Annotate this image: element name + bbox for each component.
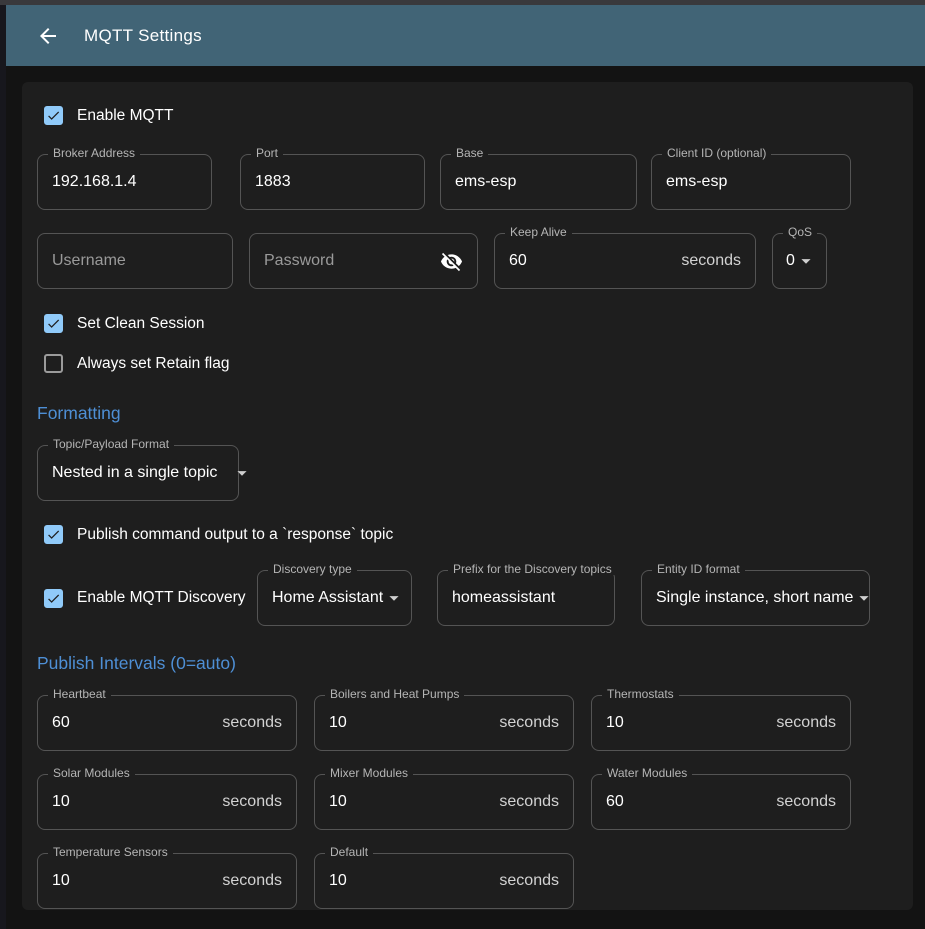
arrow-left-icon [36, 24, 60, 48]
interval-unit: seconds [776, 793, 836, 811]
publish-response-checkbox[interactable] [44, 525, 63, 544]
enable-mqtt-label: Enable MQTT [77, 107, 173, 125]
interval-unit: seconds [222, 714, 282, 732]
topic-format-select[interactable]: Topic/Payload Format Nested in a single … [37, 445, 239, 501]
retain-flag-label: Always set Retain flag [77, 355, 230, 373]
interval-boilers-field[interactable]: Boilers and Heat Pumps 10 seconds [314, 695, 574, 751]
retain-flag-checkbox[interactable] [44, 354, 63, 373]
publish-response-row: Publish command output to a `response` t… [44, 525, 898, 544]
qos-value: 0 [786, 252, 795, 270]
broker-address-field[interactable]: Broker Address 192.168.1.4 [37, 154, 212, 210]
eye-off-icon[interactable] [440, 250, 463, 273]
window-edge-top [0, 0, 925, 5]
username-field[interactable]: Username [37, 233, 233, 289]
keep-alive-field[interactable]: Keep Alive 60 seconds [494, 233, 756, 289]
password-field[interactable]: Password [249, 233, 478, 289]
interval-label: Thermostats [602, 688, 679, 700]
enable-mqtt-row: Enable MQTT [44, 106, 898, 125]
interval-unit: seconds [499, 793, 559, 811]
interval-water-field[interactable]: Water Modules 60 seconds [591, 774, 851, 830]
clean-session-row: Set Clean Session [44, 314, 898, 333]
keep-alive-label: Keep Alive [505, 226, 572, 238]
client-id-value: ems-esp [666, 173, 727, 191]
username-placeholder: Username [52, 252, 126, 270]
interval-value: 60 [606, 793, 624, 811]
discovery-prefix-label: Prefix for the Discovery topics [448, 563, 617, 575]
enable-discovery-row: Enable MQTT Discovery [44, 570, 264, 626]
interval-value: 10 [329, 714, 347, 732]
enable-discovery-label: Enable MQTT Discovery [77, 589, 246, 607]
interval-unit: seconds [222, 872, 282, 890]
keep-alive-value: 60 [509, 252, 527, 270]
client-id-label: Client ID (optional) [662, 147, 771, 159]
enable-mqtt-checkbox[interactable] [44, 106, 63, 125]
interval-value: 10 [606, 714, 624, 732]
entity-format-label: Entity ID format [652, 563, 745, 575]
interval-unit: seconds [222, 793, 282, 811]
settings-card: Enable MQTT Broker Address 192.168.1.4 P… [22, 82, 913, 910]
topic-format-label: Topic/Payload Format [48, 438, 174, 450]
base-field[interactable]: Base ems-esp [440, 154, 637, 210]
clean-session-checkbox[interactable] [44, 314, 63, 333]
app-bar: MQTT Settings [6, 5, 925, 66]
qos-label: QoS [783, 226, 817, 238]
base-label: Base [451, 147, 488, 159]
interval-label: Temperature Sensors [48, 846, 173, 858]
interval-value: 10 [329, 793, 347, 811]
interval-thermostats-field[interactable]: Thermostats 10 seconds [591, 695, 851, 751]
base-value: ems-esp [455, 173, 516, 191]
window-edge-left [0, 5, 6, 929]
port-field[interactable]: Port 1883 [240, 154, 425, 210]
retain-flag-row: Always set Retain flag [44, 354, 898, 373]
interval-label: Heartbeat [48, 688, 111, 700]
formatting-heading: Formatting [37, 403, 898, 424]
discovery-type-value: Home Assistant [272, 589, 383, 607]
publish-response-label: Publish command output to a `response` t… [77, 526, 393, 544]
interval-label: Solar Modules [48, 767, 135, 779]
discovery-type-select[interactable]: Discovery type Home Assistant [257, 570, 412, 626]
port-value: 1883 [255, 173, 291, 191]
interval-unit: seconds [499, 872, 559, 890]
clean-session-label: Set Clean Session [77, 315, 205, 333]
interval-value: 10 [52, 872, 70, 890]
discovery-prefix-value: homeassistant [452, 589, 555, 607]
caret-down-icon [853, 587, 875, 609]
interval-temperature-field[interactable]: Temperature Sensors 10 seconds [37, 853, 297, 909]
interval-label: Boilers and Heat Pumps [325, 688, 464, 700]
back-button[interactable] [28, 16, 68, 56]
interval-heartbeat-field[interactable]: Heartbeat 60 seconds [37, 695, 297, 751]
interval-unit: seconds [499, 714, 559, 732]
interval-default-field[interactable]: Default 10 seconds [314, 853, 574, 909]
caret-down-icon [383, 587, 405, 609]
entity-format-value: Single instance, short name [656, 589, 853, 607]
caret-down-icon [795, 250, 817, 272]
caret-down-icon [231, 462, 253, 484]
topic-format-value: Nested in a single topic [52, 464, 217, 482]
interval-label: Default [325, 846, 373, 858]
discovery-type-label: Discovery type [268, 563, 357, 575]
interval-value: 10 [329, 872, 347, 890]
password-placeholder: Password [264, 252, 334, 270]
interval-unit: seconds [776, 714, 836, 732]
port-label: Port [251, 147, 283, 159]
enable-discovery-checkbox[interactable] [44, 589, 63, 608]
entity-format-select[interactable]: Entity ID format Single instance, short … [641, 570, 870, 626]
interval-label: Mixer Modules [325, 767, 413, 779]
broker-address-label: Broker Address [48, 147, 140, 159]
interval-value: 60 [52, 714, 70, 732]
publish-intervals-heading: Publish Intervals (0=auto) [37, 653, 898, 674]
interval-label: Water Modules [602, 767, 692, 779]
interval-mixer-field[interactable]: Mixer Modules 10 seconds [314, 774, 574, 830]
page-title: MQTT Settings [84, 26, 202, 46]
client-id-field[interactable]: Client ID (optional) ems-esp [651, 154, 851, 210]
broker-address-value: 192.168.1.4 [52, 173, 137, 191]
interval-value: 10 [52, 793, 70, 811]
keep-alive-unit: seconds [681, 252, 741, 270]
discovery-prefix-field[interactable]: Prefix for the Discovery topics homeassi… [437, 570, 615, 626]
qos-select[interactable]: QoS 0 [772, 233, 827, 289]
interval-solar-field[interactable]: Solar Modules 10 seconds [37, 774, 297, 830]
intervals-grid: Heartbeat 60 seconds Boilers and Heat Pu… [37, 695, 898, 909]
